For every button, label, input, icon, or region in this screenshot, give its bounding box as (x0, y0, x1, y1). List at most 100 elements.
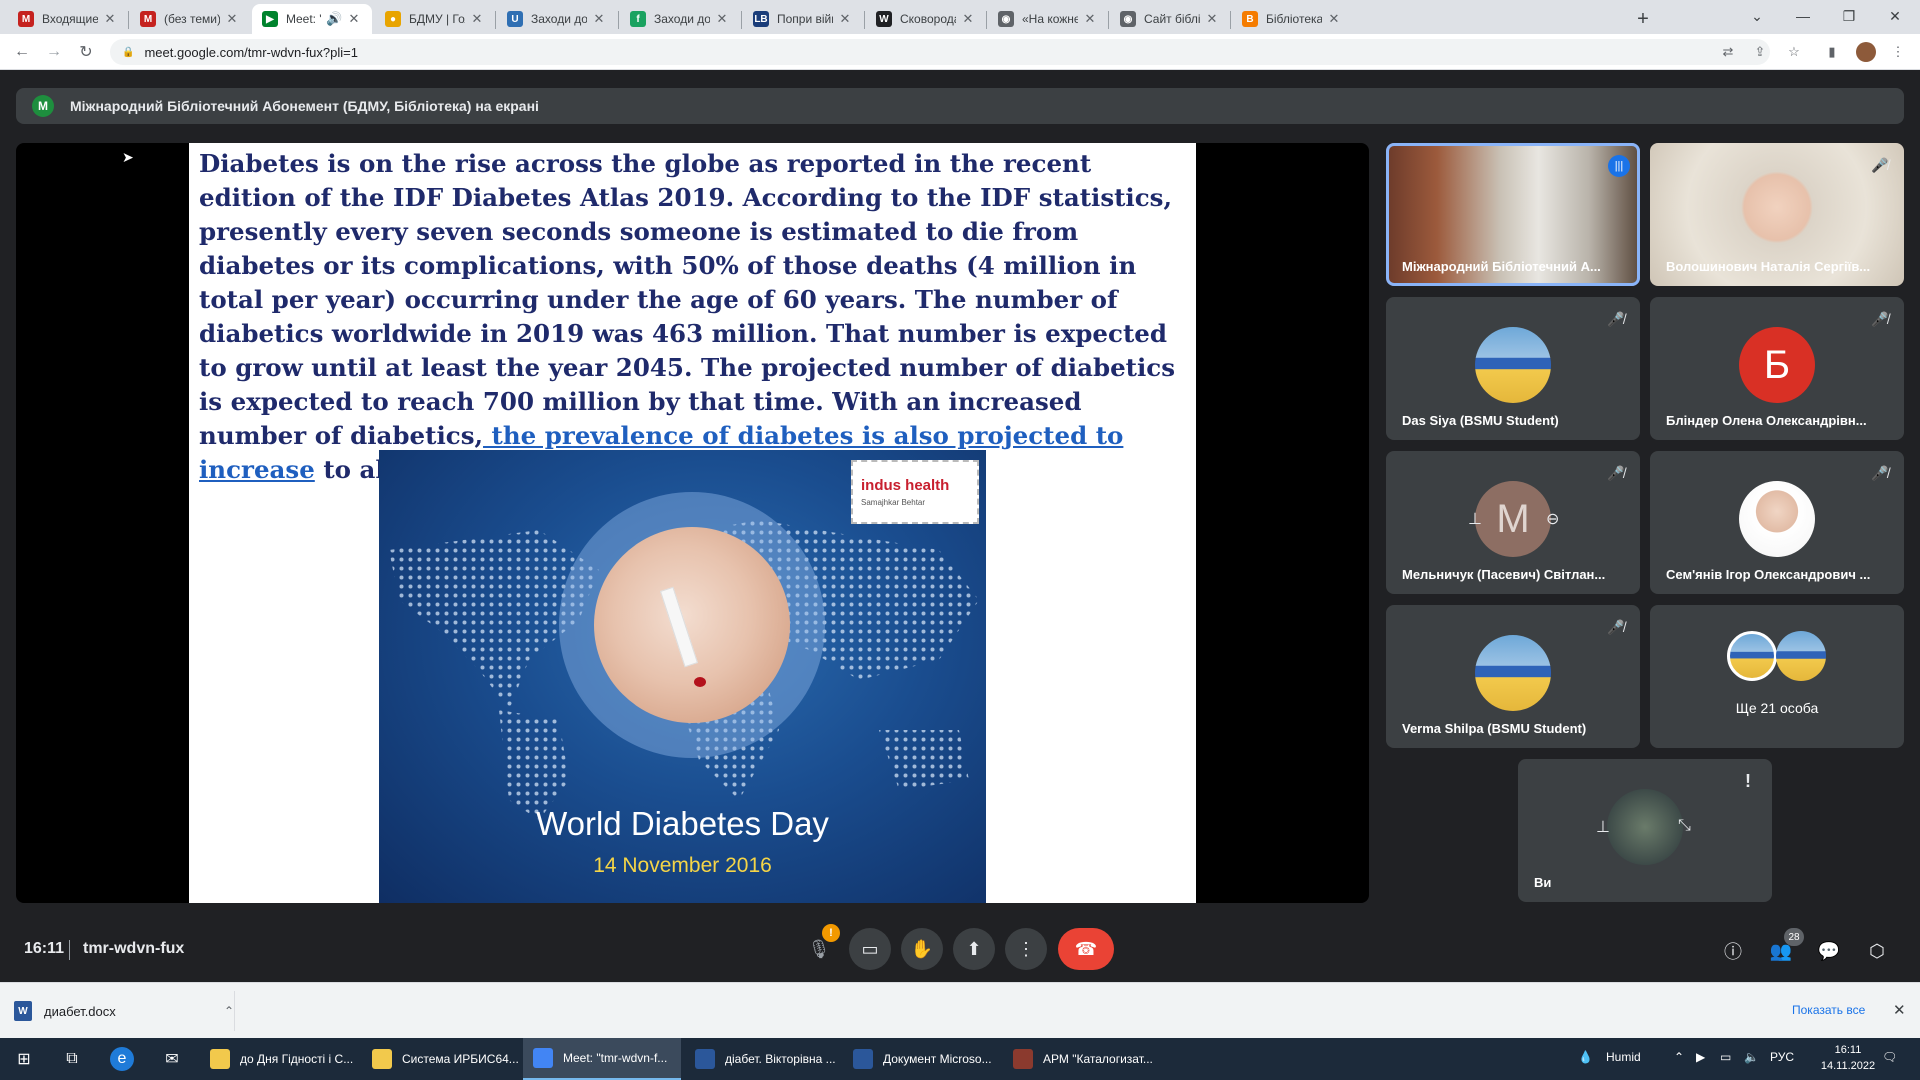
pin-icon[interactable]: ⊥ (1468, 509, 1482, 529)
browser-tab[interactable]: B Бібліотека БДМ ✕ (1232, 4, 1352, 34)
address-bar[interactable]: 🔒 meet.google.com/tmr-wdvn-fux?pli=1 (110, 39, 1770, 65)
show-all-downloads-link[interactable]: Показать все (1792, 1003, 1865, 1017)
close-tab-icon[interactable]: ✕ (102, 11, 118, 27)
network-icon[interactable]: ▭ (1720, 1050, 1731, 1064)
browser-tab[interactable]: W Сковорода Гри ✕ (866, 4, 986, 34)
word-icon (695, 1049, 715, 1069)
raise-hand-button[interactable]: ✋ (901, 928, 943, 970)
remove-icon[interactable]: ⊖ (1546, 509, 1559, 529)
back-icon[interactable]: ← (10, 40, 34, 64)
activities-icon[interactable]: ⬡ (1864, 938, 1890, 964)
browser-tab[interactable]: U Заходи до Дня ✕ (497, 4, 617, 34)
minimize-tile-icon[interactable]: ⤡ (1678, 817, 1691, 835)
participant-tile[interactable]: ||| Міжнародний Бібліотечний А... (1386, 143, 1640, 286)
weather-text[interactable]: Humid (1606, 1050, 1641, 1064)
mic-toggle-button[interactable]: 🎙! (798, 924, 840, 970)
download-item[interactable]: W диабет.docx ⌃ (14, 993, 234, 1029)
more-options-button[interactable]: ⋮ (1005, 928, 1047, 970)
participant-tile[interactable]: 🎤̸ M ⊥ ⊖ Мельничук (Пасевич) Світлан... (1386, 451, 1640, 594)
taskbar-app-label: АРМ "Каталогизат... (1043, 1052, 1153, 1066)
reload-icon[interactable]: ↻ (74, 40, 98, 64)
leave-call-button[interactable]: ☎ (1058, 928, 1114, 970)
minimize-button[interactable]: — (1780, 0, 1826, 32)
task-view-icon[interactable]: ⧉ (60, 1047, 84, 1071)
notifications-icon[interactable]: 🗨 (1882, 1050, 1897, 1064)
tab-title: Заходи до Дня (531, 12, 587, 26)
browser-tab[interactable]: LB Попри війну, У ✕ (743, 4, 863, 34)
taskbar-app[interactable]: Система ИРБИС64... (362, 1038, 520, 1080)
shared-slide: Diabetes is on the rise across the globe… (189, 143, 1196, 903)
camera-toggle-button[interactable]: ▭ (849, 928, 891, 970)
mic-off-icon: 🎤̸ (1607, 310, 1625, 327)
word-icon (853, 1049, 873, 1069)
word-file-icon: W (14, 1001, 32, 1021)
browser-tab[interactable]: f Заходи до Дня ✕ (620, 4, 740, 34)
system-clock[interactable]: 16:11 14.11.2022 (1818, 1042, 1878, 1074)
maximize-button[interactable]: ❐ (1826, 0, 1872, 32)
forward-icon[interactable]: → (42, 40, 66, 64)
meet-window: M Міжнародний Бібліотечний Абонемент (БД… (0, 70, 1920, 982)
taskbar-app[interactable]: Документ Microso... (843, 1038, 1001, 1080)
windows-start-icon[interactable]: ⊞ (12, 1047, 36, 1071)
close-tab-icon[interactable]: ✕ (714, 11, 730, 27)
chat-icon[interactable]: 💬 (1816, 938, 1842, 964)
indus-health-logo: indus health Samajhkar Behtar (851, 460, 979, 524)
browser-tab[interactable]: ◉ «На кожне пок ✕ (988, 4, 1108, 34)
close-tab-icon[interactable]: ✕ (224, 11, 240, 27)
meet-tray-icon[interactable]: ▶ (1696, 1050, 1705, 1064)
taskbar-app[interactable]: АРМ "Каталогизат... (1003, 1038, 1161, 1080)
new-tab-button[interactable]: + (1628, 4, 1658, 34)
profile-avatar[interactable] (1856, 42, 1876, 62)
close-download-bar-icon[interactable]: ✕ (1893, 1001, 1906, 1019)
close-tab-icon[interactable]: ✕ (837, 11, 853, 27)
more-participants-tile[interactable]: Ще 21 особа (1650, 605, 1904, 748)
mail-icon[interactable]: ✉ (160, 1047, 184, 1071)
close-tab-icon[interactable]: ✕ (346, 11, 362, 27)
pin-icon[interactable]: ⊥ (1596, 817, 1610, 837)
folder-icon (372, 1049, 392, 1069)
keyboard-language[interactable]: РУС (1770, 1050, 1794, 1064)
tray-expand-icon[interactable]: ⌃ (1674, 1050, 1684, 1064)
people-icon[interactable]: 👥 28 (1768, 928, 1804, 964)
mic-off-icon: 🎤̸ (1607, 464, 1625, 481)
menu-kebab-icon[interactable]: ⋮ (1888, 42, 1908, 62)
chrome-icon (533, 1048, 553, 1068)
bookmark-star-icon[interactable]: ☆ (1784, 42, 1804, 62)
close-tab-icon[interactable]: ✕ (1082, 11, 1098, 27)
participant-tile[interactable]: 🎤̸ Б Блiндер Олена Олександрівн... (1650, 297, 1904, 440)
browser-tab[interactable]: ◉ Сайт бібліотек ✕ (1110, 4, 1230, 34)
participant-tile[interactable]: 🎤̸ Волошинович Наталія Сергіїв... (1650, 143, 1904, 286)
chevron-up-icon[interactable]: ⌃ (224, 1004, 234, 1018)
audio-icon[interactable]: 🔊 (326, 11, 342, 27)
avatar (1727, 631, 1777, 681)
browser-tab[interactable]: ● БДМУ | Головн ✕ (375, 4, 495, 34)
taskbar-app-label: Документ Microso... (883, 1052, 992, 1066)
close-tab-icon[interactable]: ✕ (1326, 11, 1342, 27)
self-tile[interactable]: ! ⊥ ⤡ Ви (1518, 759, 1772, 902)
tab-search-icon[interactable]: ⌄ (1734, 0, 1780, 32)
close-tab-icon[interactable]: ✕ (960, 11, 976, 27)
share-icon[interactable]: ⇪ (1750, 42, 1770, 62)
participant-tile[interactable]: 🎤̸ Verma Shilpa (BSMU Student) (1386, 605, 1640, 748)
edge-icon[interactable]: e (110, 1047, 134, 1071)
close-tab-icon[interactable]: ✕ (1204, 11, 1220, 27)
browser-tab[interactable]: M (без теми) - tulc ✕ (130, 4, 250, 34)
participant-tile[interactable]: 🎤̸ Сем'янів Ігор Олександрович ... (1650, 451, 1904, 594)
meeting-info-icon[interactable]: ⓘ (1720, 938, 1746, 964)
browser-tab[interactable]: ▶ Meet: "tmr- 🔊✕ (252, 4, 372, 34)
close-tab-icon[interactable]: ✕ (591, 11, 607, 27)
weather-icon[interactable]: 💧 (1578, 1050, 1593, 1064)
participant-name: Ви (1534, 875, 1552, 890)
participant-tile[interactable]: 🎤̸ Das Siya (BSMU Student) (1386, 297, 1640, 440)
tab-title: Входящие (37) - (42, 12, 98, 26)
close-window-button[interactable]: ✕ (1872, 0, 1918, 32)
close-tab-icon[interactable]: ✕ (469, 11, 485, 27)
browser-tab[interactable]: M Входящие (37) - ✕ (8, 4, 128, 34)
present-screen-button[interactable]: ⬆ (953, 928, 995, 970)
taskbar-app[interactable]: до Дня Гідності і С... (200, 1038, 358, 1080)
side-panel-icon[interactable]: ▮ (1822, 42, 1842, 62)
volume-icon[interactable]: 🔈 (1744, 1050, 1759, 1064)
translate-icon[interactable]: ⇄ (1718, 42, 1738, 62)
taskbar-app[interactable]: діабет. Вікторівна ... (685, 1038, 843, 1080)
taskbar-app[interactable]: Meet: "tmr-wdvn-f... (523, 1038, 681, 1080)
